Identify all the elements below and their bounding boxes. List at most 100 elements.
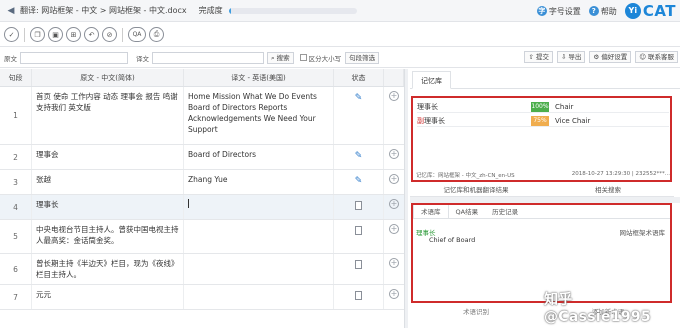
segment-number: 7: [0, 285, 32, 309]
tab-termbase[interactable]: 术语库: [413, 205, 449, 218]
table-row[interactable]: 7 元元 +: [0, 285, 404, 310]
breadcrumb: 翻译: 网站框架 - 中文 > 网站框架 - 中文.docx: [20, 6, 187, 15]
segment-number: 5: [0, 220, 32, 253]
source-cell: 元元: [32, 285, 184, 309]
document-icon: [355, 260, 362, 269]
table-row[interactable]: 6 曾长期主持《半边天》栏目，现为《夜线》栏目主持人。 +: [0, 254, 404, 285]
brand-mark: Yi: [624, 3, 641, 19]
add-icon[interactable]: +: [389, 149, 399, 159]
status-cell: [334, 285, 384, 309]
status-cell: [334, 220, 384, 253]
tab-history[interactable]: 历史记录: [485, 205, 525, 218]
clear-icon[interactable]: ⊘: [102, 27, 117, 42]
font-settings-link[interactable]: 字 字号设置: [536, 6, 581, 17]
lock-icon[interactable]: ▣: [48, 27, 63, 42]
case-sensitive-checkbox[interactable]: [299, 54, 307, 61]
source-cell: 曾长期主持《半边天》栏目，现为《夜线》栏目主持人。: [32, 254, 184, 284]
export-button[interactable]: ⇩ 导出: [556, 51, 586, 63]
font-settings-label: 字号设置: [548, 6, 581, 16]
memory-match-row[interactable]: 理事长 100% Chair: [417, 101, 669, 113]
target-filter-input[interactable]: [152, 51, 264, 64]
progress-fill: [228, 7, 232, 14]
table-row[interactable]: 5 中央电视台节目主持人。曾获中国电视主持人最高奖：金话筒金奖。 +: [0, 220, 404, 254]
edited-pen-icon: ✎: [354, 176, 363, 186]
panel-splitter[interactable]: [404, 69, 408, 328]
segment-number: 1: [0, 87, 32, 144]
target-cell[interactable]: [184, 254, 334, 284]
search-button[interactable]: ⌕ 搜索: [267, 51, 294, 64]
segment-number: 4: [0, 195, 32, 219]
add-icon[interactable]: +: [389, 199, 399, 209]
add-icon[interactable]: +: [389, 91, 399, 101]
undo-icon[interactable]: ↶: [84, 27, 99, 42]
target-cell-editing[interactable]: [184, 195, 334, 219]
completion-progress-bar: [228, 7, 357, 14]
case-sensitive-option[interactable]: 区分大小写: [299, 53, 342, 63]
termbase-name: 网站框架术语库: [619, 229, 666, 237]
segment-number: 2: [0, 145, 32, 169]
export-label: 导出: [568, 53, 582, 61]
source-filter-input[interactable]: [20, 51, 128, 64]
table-row[interactable]: 2 理事会 Board of Directors ✎ +: [0, 145, 404, 170]
action-cell: +: [384, 285, 404, 309]
confirm-icon[interactable]: ✓: [4, 27, 19, 42]
target-cell[interactable]: Zhang Yue: [184, 170, 334, 194]
qa-button[interactable]: QA: [128, 27, 146, 42]
add-icon[interactable]: +: [389, 174, 399, 184]
help-icon: ?: [588, 6, 599, 16]
target-cell[interactable]: [184, 285, 334, 309]
merge-icon[interactable]: ⊞: [66, 27, 81, 42]
segment-filter-button[interactable]: 句段筛选: [345, 51, 380, 64]
contact-support-label: 联系客服: [648, 53, 674, 61]
editor-toolbar: ✓ ❐ ▣ ⊞ ↶ ⊘ QA ⎙: [0, 23, 680, 47]
memory-match-row[interactable]: 副理事长 75% Vice Chair: [417, 115, 669, 127]
help-label: 帮助: [600, 6, 617, 16]
preferences-label: 偏好设置: [601, 53, 628, 61]
target-cell[interactable]: Board of Directors: [184, 145, 334, 169]
document-icon: [355, 201, 362, 210]
tab-memory-mt-results[interactable]: 记忆库和机器翻译结果: [410, 184, 542, 196]
tab-qa-results[interactable]: QA结果: [449, 205, 486, 218]
zhihu-watermark: 知乎 @Cassie1995: [544, 292, 651, 325]
back-arrow-icon[interactable]: ◀: [4, 6, 18, 16]
termbase-panel: 术语库 QA结果 历史记录 理事长 Chief of Board 网站框架术语库: [411, 203, 672, 303]
segment-number: 6: [0, 254, 32, 284]
edited-pen-icon: ✎: [354, 151, 363, 161]
header-target: 译文 - 英语(美国): [184, 69, 334, 86]
add-icon[interactable]: +: [389, 224, 399, 234]
submit-button[interactable]: ⇧ 提交: [524, 51, 553, 63]
term-target[interactable]: Chief of Board: [429, 236, 475, 244]
tab-memory[interactable]: 记忆库: [412, 71, 451, 89]
status-cell: ✎: [334, 170, 384, 194]
preferences-button[interactable]: ⚙ 偏好设置: [589, 51, 632, 63]
target-cell[interactable]: Home Mission What We Do Events Board of …: [184, 87, 334, 144]
copy-source-icon[interactable]: ❐: [30, 27, 45, 42]
table-row-active[interactable]: 4 理事长 +: [0, 195, 404, 220]
table-row[interactable]: 1 首页 使命 工作内容 动态 理事会 报告 鸣谢 支持我们 英文版 Home …: [0, 87, 404, 145]
tab-term-recognition[interactable]: 术语识别: [410, 305, 542, 319]
memory-source: 副理事长: [417, 116, 531, 126]
add-icon[interactable]: +: [389, 258, 399, 268]
action-cell: +: [384, 195, 404, 219]
memory-meta: 记忆库：网站框架 - 中文_zh-CN_en-US 2018-10-27 13:…: [416, 171, 670, 179]
edited-pen-icon: ✎: [354, 93, 363, 103]
action-cell: +: [384, 145, 404, 169]
termbase-tab-bar: 术语库 QA结果 历史记录: [413, 205, 670, 219]
tab-related-search[interactable]: 相关搜索: [542, 184, 674, 196]
filter-bar: 原文 译文 ⌕ 搜索 区分大小写 句段筛选 ⇧ 提交 ⇩ 导出 ⚙ 偏好设置 ☺ 联系客…: [0, 48, 680, 68]
add-icon[interactable]: +: [389, 289, 399, 299]
table-row[interactable]: 3 张越 Zhang Yue ✎ +: [0, 170, 404, 195]
memory-results-panel: 理事长 100% Chair 副理事长 75% Vice Chair 记忆库：网…: [411, 96, 672, 182]
target-cell[interactable]: [184, 220, 334, 253]
segment-number: 3: [0, 170, 32, 194]
memory-tab-bar: 记忆库: [410, 71, 680, 89]
contact-support-button[interactable]: ☺ 联系客服: [635, 51, 678, 63]
action-cell: +: [384, 254, 404, 284]
print-icon[interactable]: ⎙: [149, 27, 164, 42]
memory-source-text: 理事长: [417, 102, 438, 111]
search-icon: ⌕: [271, 53, 275, 62]
help-link[interactable]: ? 帮助: [588, 6, 617, 17]
case-sensitive-label: 区分大小写: [308, 54, 342, 63]
title-bar: ◀ 翻译: 网站框架 - 中文 > 网站框架 - 中文.docx 完成度 字 字…: [0, 0, 680, 22]
header-source: 原文 - 中文(简体): [32, 69, 184, 86]
